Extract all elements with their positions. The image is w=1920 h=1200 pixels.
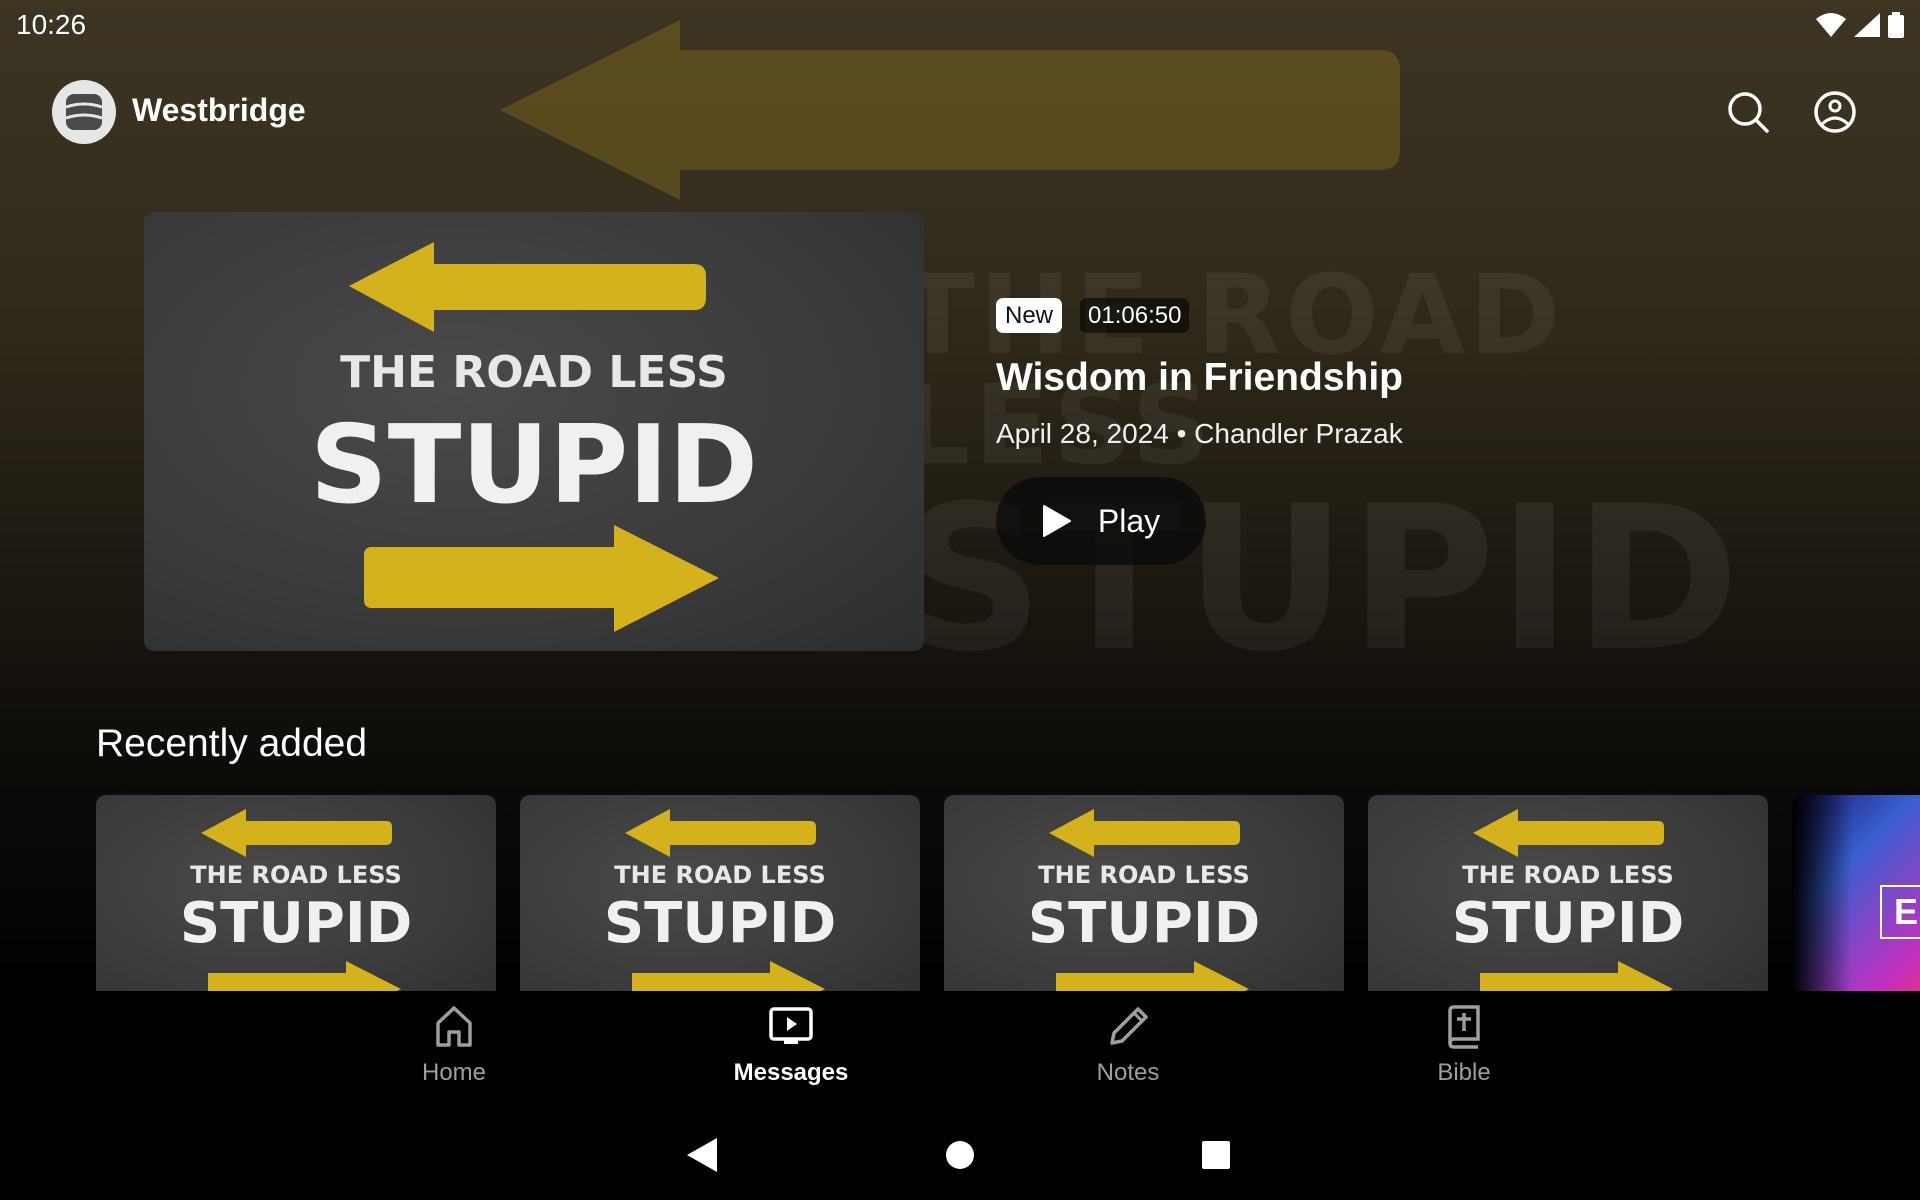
message-card[interactable]: THE ROAD LESS STUPID (944, 795, 1344, 991)
nav-label: Bible (1437, 1059, 1491, 1086)
home-icon (436, 1006, 472, 1047)
svg-text:THE ROAD LESS: THE ROAD LESS (1462, 861, 1673, 889)
card-artwork: THE ROAD LESS STUPID (180, 809, 412, 991)
svg-text:STUPID: STUPID (180, 891, 412, 956)
svg-text:STUPID: STUPID (1028, 891, 1260, 956)
arrow-right-icon (364, 525, 719, 632)
bible-icon (1448, 1005, 1480, 1049)
card-artwork-letter: E (1880, 885, 1920, 939)
pencil-icon (1110, 1007, 1148, 1045)
nav-item-home[interactable]: Home (354, 1005, 554, 1105)
nav-label: Notes (1096, 1059, 1160, 1086)
system-navigation-bar (0, 1110, 1920, 1200)
nav-label: Messages (733, 1059, 849, 1086)
system-home-button[interactable] (935, 1130, 985, 1180)
system-recents-button[interactable] (1191, 1130, 1241, 1180)
recently-added-title: Recently added (96, 722, 368, 765)
message-card[interactable]: E (1792, 795, 1920, 991)
svg-text:STUPID: STUPID (604, 891, 836, 956)
brand-name: Westbridge (132, 92, 306, 128)
message-card[interactable]: THE ROAD LESS STUPID (96, 795, 496, 991)
app-bar: Westbridge (0, 70, 1920, 154)
card-artwork: THE ROAD LESS STUPID (604, 809, 836, 991)
westbridge-logo-icon[interactable] (52, 80, 116, 144)
nav-item-notes[interactable]: Notes (1028, 1005, 1228, 1105)
svg-text:THE ROAD LESS: THE ROAD LESS (1038, 861, 1249, 889)
nav-label: Home (421, 1059, 487, 1086)
card-artwork: THE ROAD LESS STUPID (1028, 809, 1260, 991)
hero-meta: April 28, 2024 • Chandler Prazak (996, 418, 1403, 449)
recents-square-icon (1202, 1141, 1230, 1169)
play-label: Play (1097, 502, 1161, 539)
arrow-left-icon (349, 242, 706, 332)
message-card[interactable]: THE ROAD LESS STUPID (1368, 795, 1768, 991)
account-circle-icon (1814, 91, 1856, 133)
back-triangle-icon (687, 1138, 717, 1172)
status-bar: 10:26 (0, 0, 1920, 50)
system-back-button[interactable] (677, 1130, 727, 1180)
bottom-navigation: Home Messages Notes Bible (0, 991, 1920, 1111)
profile-button[interactable] (1811, 88, 1859, 136)
nav-item-messages[interactable]: Messages (691, 1005, 891, 1105)
message-card[interactable]: THE ROAD LESS STUPID (520, 795, 920, 991)
svg-text:THE ROAD LESS: THE ROAD LESS (190, 861, 401, 889)
hero-title: Wisdom in Friendship (996, 356, 1403, 399)
home-circle-icon (946, 1141, 974, 1169)
card-artwork: THE ROAD LESS STUPID (1452, 809, 1684, 991)
series-artwork: THE ROAD LESS STUPID (310, 242, 758, 632)
svg-text:THE ROAD LESS: THE ROAD LESS (614, 861, 825, 889)
duration-badge: 01:06:50 (1080, 298, 1190, 333)
wifi-icon (1816, 13, 1846, 37)
search-icon (1728, 92, 1769, 133)
play-icon (1042, 505, 1071, 537)
artwork-line1: THE ROAD LESS (340, 347, 728, 398)
recently-added-list: THE ROAD LESS STUPID THE ROAD LESS STUPI… (96, 795, 1920, 991)
signal-icon (1854, 13, 1880, 37)
artwork-line2: STUPID (310, 403, 758, 528)
battery-icon (1888, 12, 1904, 38)
play-button[interactable]: Play (996, 477, 1206, 565)
hero-artwork[interactable]: THE ROAD LESS STUPID (144, 212, 924, 651)
svg-text:STUPID: STUPID (1452, 891, 1684, 956)
nav-item-bible[interactable]: Bible (1364, 1005, 1564, 1105)
status-time: 10:26 (16, 9, 87, 40)
search-button[interactable] (1724, 88, 1772, 136)
new-badge: New (996, 298, 1063, 333)
messages-icon (769, 1007, 813, 1044)
hero-badges: New 01:06:50 (996, 298, 1190, 333)
